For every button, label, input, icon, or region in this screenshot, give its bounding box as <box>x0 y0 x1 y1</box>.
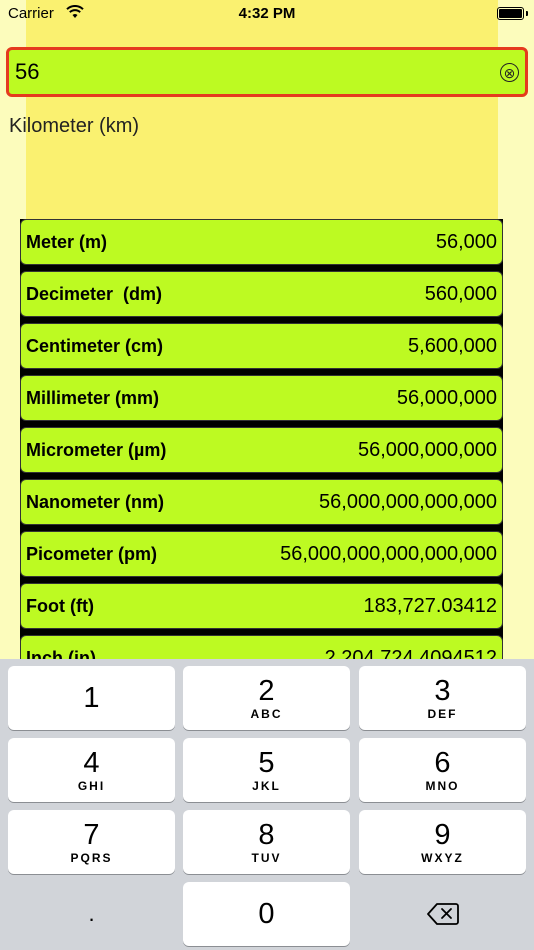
key-2[interactable]: 2 ABC <box>183 666 350 730</box>
unit-value: 2,204,724.4094512 <box>324 646 497 660</box>
unit-value: 56,000,000,000,000,000 <box>280 542 497 565</box>
status-bar: Carrier 4:32 PM <box>0 0 534 30</box>
list-item: Centimeter (cm) 5,600,000 <box>20 323 503 375</box>
key-4[interactable]: 4 GHI <box>8 738 175 802</box>
unit-name: Centimeter (cm) <box>26 335 164 356</box>
unit-name: Meter (m) <box>26 231 108 252</box>
unit-name: Foot (ft) <box>26 595 94 616</box>
delete-button[interactable] <box>359 882 526 946</box>
key-5[interactable]: 5 JKL <box>183 738 350 802</box>
unit-value: 5,600,000 <box>408 334 497 357</box>
key-7[interactable]: 7 PQRS <box>8 810 175 874</box>
key-decimal[interactable]: . <box>8 882 175 946</box>
delete-icon <box>426 903 459 925</box>
source-unit-label: Kilometer (km) <box>9 115 140 137</box>
unit-name: Decimeter (dm) <box>26 283 163 304</box>
results-list[interactable]: Meter (m) 56,000 Decimeter (dm) 560,000 … <box>20 219 503 659</box>
status-time: 4:32 PM <box>238 5 296 22</box>
unit-value: 56,000 <box>435 230 497 253</box>
list-item: Millimeter (mm) 56,000,000 <box>20 375 503 427</box>
list-item: Foot (ft) 183,727.03412 <box>20 583 503 635</box>
unit-name: Inch (in) <box>26 647 96 660</box>
unit-value: 560,000 <box>424 282 497 305</box>
unit-value: 56,000,000,000 <box>357 438 497 461</box>
key-0[interactable]: 0 <box>183 882 350 946</box>
unit-name: Picometer (pm) <box>26 543 158 564</box>
list-item: Picometer (pm) 56,000,000,000,000,000 <box>20 531 503 583</box>
value-input[interactable] <box>15 58 495 86</box>
unit-value: 183,727.03412 <box>363 594 497 617</box>
key-9[interactable]: 9 WXYZ <box>359 810 526 874</box>
list-item: Meter (m) 56,000 <box>20 219 503 271</box>
battery-icon <box>497 7 528 20</box>
unit-name: Nanometer (nm) <box>26 491 165 512</box>
clear-icon[interactable]: ⊗ <box>500 63 519 82</box>
unit-value: 56,000,000 <box>396 386 497 409</box>
key-1[interactable]: 1 <box>8 666 175 730</box>
list-item: Micrometer (µm) 56,000,000,000 <box>20 427 503 479</box>
list-item: Inch (in) 2,204,724.4094512 <box>20 635 503 659</box>
unit-name: Micrometer (µm) <box>26 439 167 460</box>
key-6[interactable]: 6 MNO <box>359 738 526 802</box>
unit-value: 56,000,000,000,000 <box>319 490 497 513</box>
list-item: Nanometer (nm) 56,000,000,000,000 <box>20 479 503 531</box>
key-8[interactable]: 8 TUV <box>183 810 350 874</box>
value-input-container[interactable]: ⊗ <box>6 47 528 97</box>
list-item: Decimeter (dm) 560,000 <box>20 271 503 323</box>
unit-name: Millimeter (mm) <box>26 387 160 408</box>
key-3[interactable]: 3 DEF <box>359 666 526 730</box>
numeric-keypad: 1 2 ABC 3 DEF 4 GHI 5 JKL 6 MNO 7 PQRS 8… <box>0 659 534 950</box>
